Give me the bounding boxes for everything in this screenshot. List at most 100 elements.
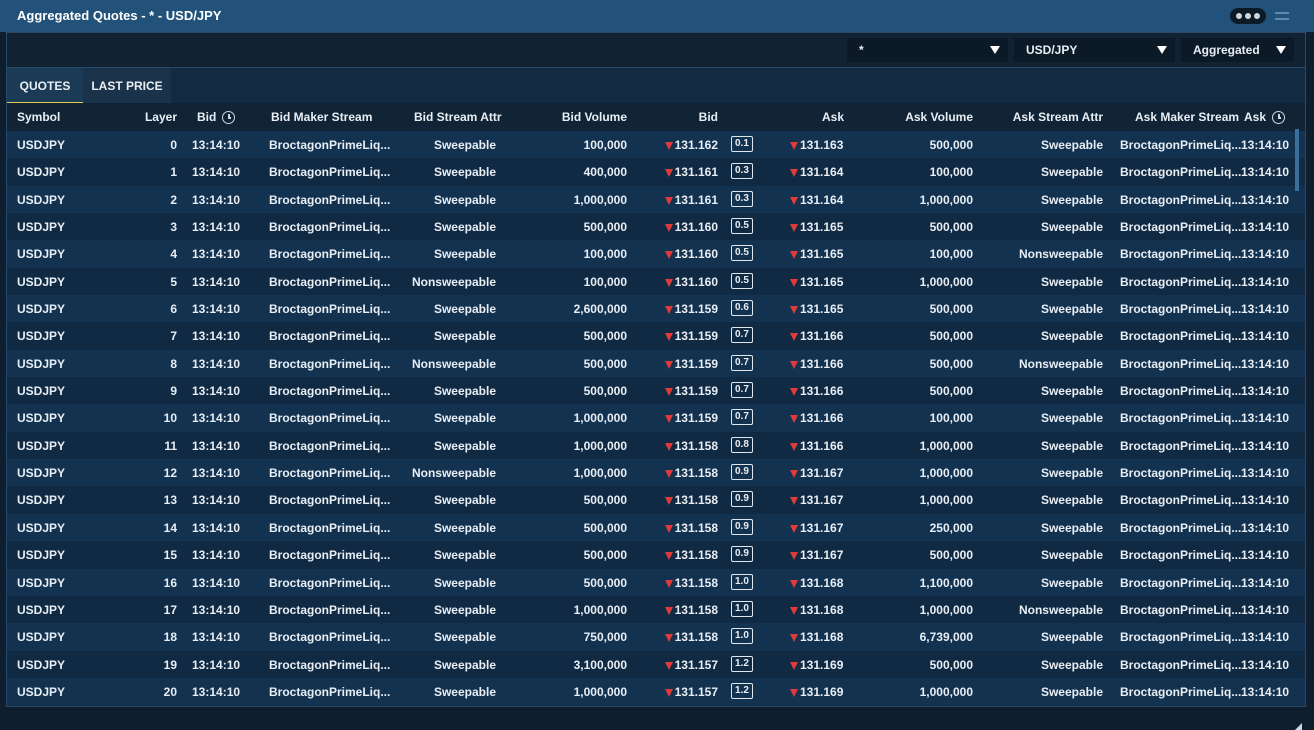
cell-bid-value: 131.158 [674, 493, 718, 508]
hamburger-icon[interactable] [1275, 10, 1289, 22]
col-bid-maker-stream[interactable]: Bid Maker Stream [271, 110, 372, 124]
table-row[interactable]: USDJPY 11 13:14:10 BroctagonPrimeLiq... Swee… [7, 431, 1305, 460]
cell-bid-value: 131.158 [674, 548, 718, 563]
cell-ask-value: 131.167 [800, 493, 844, 508]
cell-ask-value: 131.168 [800, 630, 844, 645]
table-row[interactable]: USDJPY 5 13:14:10 BroctagonPrimeLiq... Nonsw… [7, 267, 1305, 296]
cell-bid: 131.159 [664, 384, 718, 398]
vertical-scrollbar[interactable] [1295, 129, 1299, 191]
table-row[interactable]: USDJPY 2 13:14:10 BroctagonPrimeLiq... Sweep… [7, 185, 1305, 214]
table-row[interactable]: USDJPY 17 13:14:10 BroctagonPrimeLiq... Swee… [7, 595, 1305, 624]
table-row[interactable]: USDJPY 16 13:14:10 BroctagonPrimeLiq... Swee… [7, 568, 1305, 596]
cell-bid-volume: 100,000 [583, 274, 627, 289]
cell-symbol: USDJPY [17, 192, 66, 207]
table-row[interactable]: USDJPY 9 13:14:10 BroctagonPrimeLiq... Sweep… [7, 377, 1305, 405]
resize-handle-icon[interactable] [1295, 723, 1302, 730]
table-row[interactable]: USDJPY 1 13:14:10 BroctagonPrimeLiq... Sweep… [7, 158, 1305, 186]
cell-bid-volume: 1,000,000 [573, 684, 627, 699]
cell-ask-stream-attr: Sweepable [1040, 630, 1103, 645]
col-symbol[interactable]: Symbol [17, 110, 60, 124]
cell-spread: 0.5 [731, 272, 753, 289]
down-arrow-icon [790, 224, 798, 233]
table-row[interactable]: USDJPY 7 13:14:10 BroctagonPrimeLiq... Sweep… [7, 322, 1305, 350]
cell-ask-time: 13:14:10 [1241, 602, 1290, 617]
col-bid-stream-attr[interactable]: Bid Stream Attr [414, 110, 502, 124]
table-row[interactable]: USDJPY 13 13:14:10 BroctagonPrimeLiq... Swee… [7, 486, 1305, 514]
cell-ask-stream-attr: Nonsweepable [1018, 247, 1103, 262]
down-arrow-icon [664, 388, 673, 397]
cell-bid-maker-stream: BroctagonPrimeLiq... [269, 302, 391, 317]
cell-spread: 0.9 [731, 518, 753, 535]
down-arrow-icon [790, 661, 798, 670]
cell-ask-value: 131.166 [800, 411, 844, 426]
cell-bid-value: 131.159 [674, 329, 718, 344]
table-row[interactable]: USDJPY 15 13:14:10 BroctagonPrimeLiq... Swee… [7, 541, 1305, 569]
cell-ask-volume: 1,000,000 [919, 274, 973, 289]
tab-last-price[interactable]: LAST PRICE [83, 68, 171, 104]
more-options-button[interactable] [1230, 8, 1266, 24]
cell-symbol: USDJPY [17, 302, 66, 317]
table-row[interactable]: USDJPY 19 13:14:10 BroctagonPrimeLiq... Swee… [7, 650, 1305, 678]
col-layer[interactable]: Layer [145, 110, 177, 124]
cell-ask-time: 13:14:10 [1241, 274, 1290, 289]
table-row[interactable]: USDJPY 3 13:14:10 BroctagonPrimeLiq... Sweep… [7, 213, 1305, 241]
cell-ask-time: 13:14:10 [1241, 548, 1290, 563]
cell-ask-maker-stream: BroctagonPrimeLiq... [1120, 684, 1242, 699]
down-arrow-icon [790, 306, 798, 315]
table-row[interactable]: USDJPY 4 13:14:10 BroctagonPrimeLiq... Sweep… [7, 240, 1305, 268]
table-row[interactable]: USDJPY 8 13:14:10 BroctagonPrimeLiq... Nonsw… [7, 349, 1305, 378]
cell-ask-maker-stream: BroctagonPrimeLiq... [1120, 192, 1242, 207]
cell-bid: 131.157 [664, 685, 718, 699]
cell-symbol: USDJPY [17, 165, 66, 180]
stream-filter-dropdown[interactable]: * [847, 38, 1008, 62]
cell-symbol: USDJPY [17, 274, 66, 289]
col-ask-volume[interactable]: Ask Volume [905, 110, 973, 124]
tab-quotes[interactable]: QUOTES [7, 68, 83, 104]
clock-icon [222, 111, 236, 124]
table-row[interactable]: USDJPY 14 13:14:10 BroctagonPrimeLiq... Swee… [7, 513, 1305, 542]
col-ask-maker-stream[interactable]: Ask Maker Stream [1135, 110, 1239, 124]
table-row[interactable]: USDJPY 10 13:14:10 BroctagonPrimeLiq... Swee… [7, 404, 1305, 432]
table-row[interactable]: USDJPY 12 13:14:10 BroctagonPrimeLiq... Nons… [7, 459, 1305, 487]
cell-ask-time: 13:14:10 [1241, 520, 1290, 535]
down-arrow-icon [790, 579, 798, 588]
col-ask[interactable]: Ask [822, 110, 844, 124]
cell-ask-volume: 500,000 [929, 220, 973, 235]
cell-ask-stream-attr: Sweepable [1040, 493, 1103, 508]
col-bid-time[interactable]: Bid [197, 110, 236, 124]
table-row[interactable]: USDJPY 6 13:14:10 BroctagonPrimeLiq... Sweep… [7, 295, 1305, 323]
cell-bid: 131.160 [664, 220, 718, 234]
symbol-filter-dropdown[interactable]: USD/JPY [1014, 38, 1175, 62]
cell-bid-volume: 500,000 [583, 329, 627, 344]
cell-ask-time: 13:14:10 [1241, 247, 1290, 262]
col-ask-time[interactable]: Ask [1244, 110, 1286, 124]
cell-bid-stream-attr: Sweepable [433, 220, 496, 235]
cell-bid-value: 131.160 [674, 247, 718, 262]
cell-ask-stream-attr: Sweepable [1040, 575, 1103, 590]
table-row[interactable]: USDJPY 18 13:14:10 BroctagonPrimeLiq... Swee… [7, 623, 1305, 651]
cell-spread: 0.3 [731, 163, 753, 180]
cell-ask-time: 13:14:10 [1241, 138, 1290, 152]
cell-ask-maker-stream: BroctagonPrimeLiq... [1120, 302, 1242, 317]
cell-bid-value: 131.161 [674, 192, 718, 207]
cell-spread: 0.7 [731, 382, 753, 399]
cell-spread: 0.3 [731, 190, 753, 207]
cell-bid-value: 131.158 [674, 602, 718, 617]
mode-filter-dropdown[interactable]: Aggregated [1181, 38, 1294, 62]
col-ask-stream-attr[interactable]: Ask Stream Attr [1013, 110, 1103, 124]
cell-bid-maker-stream: BroctagonPrimeLiq... [269, 138, 391, 152]
filter-bar: * USD/JPY Aggregated [7, 33, 1305, 67]
cell-bid-volume: 500,000 [583, 548, 627, 563]
cell-ask-value: 131.164 [800, 165, 844, 180]
down-arrow-icon [664, 442, 673, 451]
table-row[interactable]: USDJPY 0 13:14:10 BroctagonPrimeLiq... Sweep… [7, 131, 1305, 159]
cell-ask-time: 13:14:10 [1241, 630, 1290, 645]
cell-bid-maker-stream: BroctagonPrimeLiq... [269, 192, 391, 207]
col-bid-volume[interactable]: Bid Volume [562, 110, 627, 124]
col-bid[interactable]: Bid [699, 110, 718, 124]
cell-bid-volume: 400,000 [583, 165, 627, 180]
cell-bid-value: 131.159 [674, 411, 718, 426]
table-row[interactable]: USDJPY 20 13:14:10 BroctagonPrimeLiq... Swee… [7, 677, 1305, 706]
cell-spread: 0.5 [731, 245, 753, 262]
cell-ask: 131.165 [790, 220, 843, 234]
